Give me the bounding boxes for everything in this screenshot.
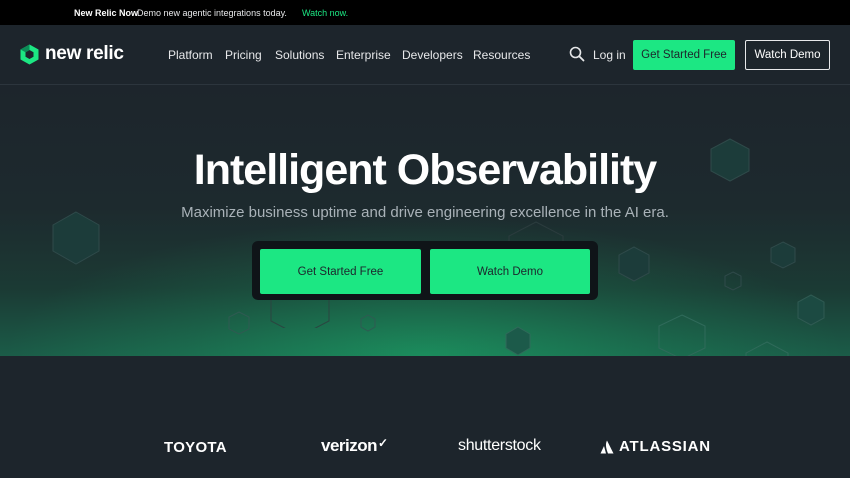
decorative-hexagon (505, 326, 531, 356)
customer-logos: TOYOTA verizon✓ shutterstock ATLASSIAN (0, 356, 850, 478)
decorative-hexagon (658, 314, 706, 356)
hero-watch-demo-button[interactable]: Watch Demo (430, 249, 590, 294)
announcement-brand: New Relic Now (74, 7, 139, 18)
decorative-hexagon (797, 294, 825, 326)
hero-subtitle: Maximize business uptime and drive engin… (181, 204, 669, 221)
search-icon[interactable] (569, 46, 585, 62)
nav-item-enterprise[interactable]: Enterprise (336, 48, 391, 62)
hero-title: Intelligent Observability (193, 146, 657, 194)
login-link[interactable]: Log in (593, 48, 626, 62)
nav-item-solutions[interactable]: Solutions (275, 48, 324, 62)
shutterstock-logo: shutterstock (458, 437, 541, 454)
decorative-hexagon (228, 311, 250, 335)
logo-text: new relic (45, 43, 124, 64)
decorative-hexagon (618, 246, 650, 282)
announcement-bar: New Relic Now Demo new agentic integrati… (0, 0, 850, 25)
decorative-hexagon (724, 271, 742, 291)
main-nav: new relic Platform Pricing Solutions Ent… (0, 25, 850, 85)
announcement-message: Demo new agentic integrations today. (137, 7, 287, 18)
decorative-hexagon (745, 341, 789, 356)
nav-item-developers[interactable]: Developers (402, 48, 463, 62)
verizon-logo: verizon✓ (321, 436, 388, 455)
hero-cta-group: Get Started Free Watch Demo (252, 241, 598, 300)
decorative-hexagon (360, 314, 376, 332)
toyota-logo: TOYOTA (164, 439, 227, 456)
atlassian-logo: ATLASSIAN (600, 438, 711, 455)
decorative-hexagon (770, 241, 796, 269)
atlassian-icon (600, 440, 614, 453)
new-relic-logo-icon (20, 44, 39, 64)
nav-item-pricing[interactable]: Pricing (225, 48, 262, 62)
nav-item-platform[interactable]: Platform (168, 48, 213, 62)
nav-get-started-button[interactable]: Get Started Free (633, 40, 735, 70)
logo[interactable]: new relic (20, 43, 124, 65)
nav-watch-demo-button[interactable]: Watch Demo (745, 40, 830, 70)
hero-get-started-button[interactable]: Get Started Free (260, 249, 421, 294)
announcement-link[interactable]: Watch now. (302, 8, 348, 18)
nav-item-resources[interactable]: Resources (473, 48, 530, 62)
hero-section: Intelligent Observability Maximize busin… (0, 86, 850, 356)
